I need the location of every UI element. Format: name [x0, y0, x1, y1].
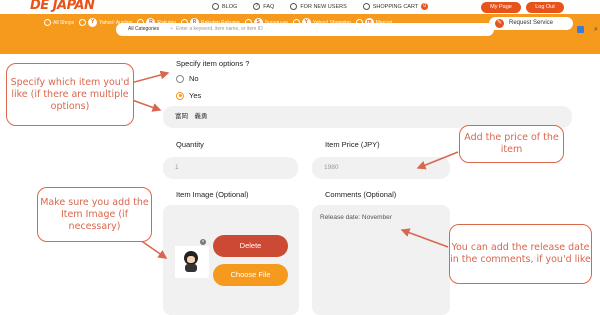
callout-price: Add the price of the item	[459, 125, 564, 163]
callout-image: Make sure you add the Item Image (if nec…	[37, 187, 152, 242]
callout-options: Specify which item you'd like (if there …	[6, 63, 134, 126]
callout-comments: You can add the release date in the comm…	[449, 224, 592, 284]
comments-arrow	[400, 228, 449, 248]
image-arrow	[139, 239, 168, 259]
price-arrow	[416, 151, 459, 170]
options-arrow-2	[131, 99, 162, 112]
